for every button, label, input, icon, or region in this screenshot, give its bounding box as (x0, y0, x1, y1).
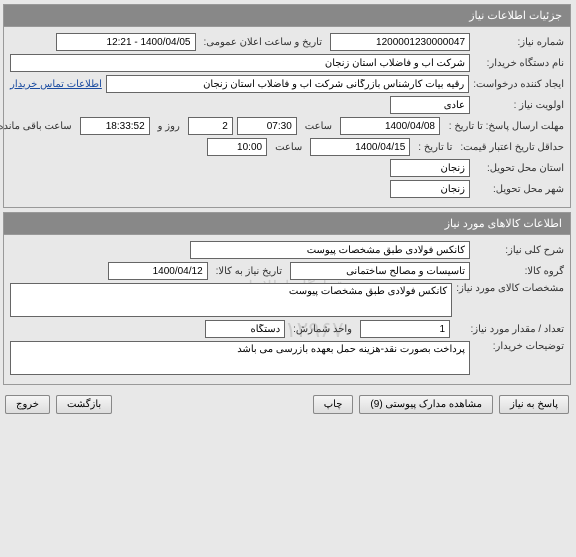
back-button[interactable]: بازگشت (57, 395, 113, 414)
attachments-button[interactable]: مشاهده مدارک پیوستی (9) (360, 395, 494, 414)
field-buyer-org[interactable] (11, 54, 471, 72)
label-priority: اولویت نیاز : (475, 100, 565, 111)
field-need-no[interactable] (331, 33, 471, 51)
field-validity-time[interactable] (208, 138, 268, 156)
label-delivery-city: شهر محل تحویل: (475, 184, 565, 195)
field-remain-time[interactable] (81, 117, 151, 135)
label-need-no: شماره نیاز: (475, 37, 565, 48)
button-bar: پاسخ به نیاز مشاهده مدارک پیوستی (9) چاپ… (0, 389, 576, 420)
label-request-creator: ایجاد کننده درخواست: (474, 79, 565, 90)
panel2-title: اطلاعات کالاهای مورد نیاز (5, 213, 571, 235)
field-unit[interactable] (206, 320, 286, 338)
label-buyer-org: نام دستگاه خریدار: (475, 58, 565, 69)
label-to-date: تا تاریخ : (415, 142, 457, 153)
link-contact-buyer[interactable]: اطلاعات تماس خریدار (11, 79, 103, 90)
field-request-creator[interactable] (107, 75, 470, 93)
label-time2: ساعت (272, 142, 307, 153)
field-general-desc[interactable] (191, 241, 471, 259)
label-general-desc: شرح کلی نیاز: (475, 245, 565, 256)
label-qty: تعداد / مقدار مورد نیاز: (455, 324, 565, 335)
print-button[interactable]: چاپ (314, 395, 355, 414)
field-goods-spec[interactable] (11, 283, 453, 317)
field-goods-group[interactable] (291, 262, 471, 280)
label-goods-spec: مشخصات کالای مورد نیاز: (457, 283, 565, 294)
label-remain: ساعت باقی مانده (0, 121, 77, 132)
field-deadline-time[interactable] (238, 117, 298, 135)
need-details-panel: جزئیات اطلاعات نیاز شماره نیاز: تاریخ و … (4, 4, 572, 208)
panel1-title: جزئیات اطلاعات نیاز (5, 5, 571, 27)
label-days: روز و (155, 121, 185, 132)
label-buyer-notes: توضیحات خریدار: (475, 341, 565, 352)
field-qty[interactable] (361, 320, 451, 338)
label-delivery-province: استان محل تحویل: (475, 163, 565, 174)
field-priority[interactable] (391, 96, 471, 114)
label-time1: ساعت (302, 121, 337, 132)
field-deadline-date[interactable] (341, 117, 441, 135)
label-unit: واحد شمارش: (290, 324, 357, 335)
respond-button[interactable]: پاسخ به نیاز (500, 395, 570, 414)
exit-button[interactable]: خروج (6, 395, 51, 414)
goods-info-panel: اطلاعات کالاهای مورد نیاز قرارگاه اطلاعا… (4, 212, 572, 385)
label-need-by-date: تاریخ نیاز به کالا: (213, 266, 287, 277)
field-delivery-province[interactable] (391, 159, 471, 177)
field-validity-date[interactable] (311, 138, 411, 156)
field-publish-datetime[interactable] (57, 33, 197, 51)
field-delivery-city[interactable] (391, 180, 471, 198)
label-deadline: مهلت ارسال پاسخ: تا تاریخ : (445, 121, 565, 132)
label-min-validity: حداقل تاریخ اعتبار قیمت: (461, 142, 565, 153)
label-goods-group: گروه کالا: (475, 266, 565, 277)
field-need-by-date[interactable] (109, 262, 209, 280)
field-remain-days[interactable] (189, 117, 234, 135)
label-publish-datetime: تاریخ و ساعت اعلان عمومی: (201, 37, 328, 48)
field-buyer-notes[interactable] (11, 341, 471, 375)
